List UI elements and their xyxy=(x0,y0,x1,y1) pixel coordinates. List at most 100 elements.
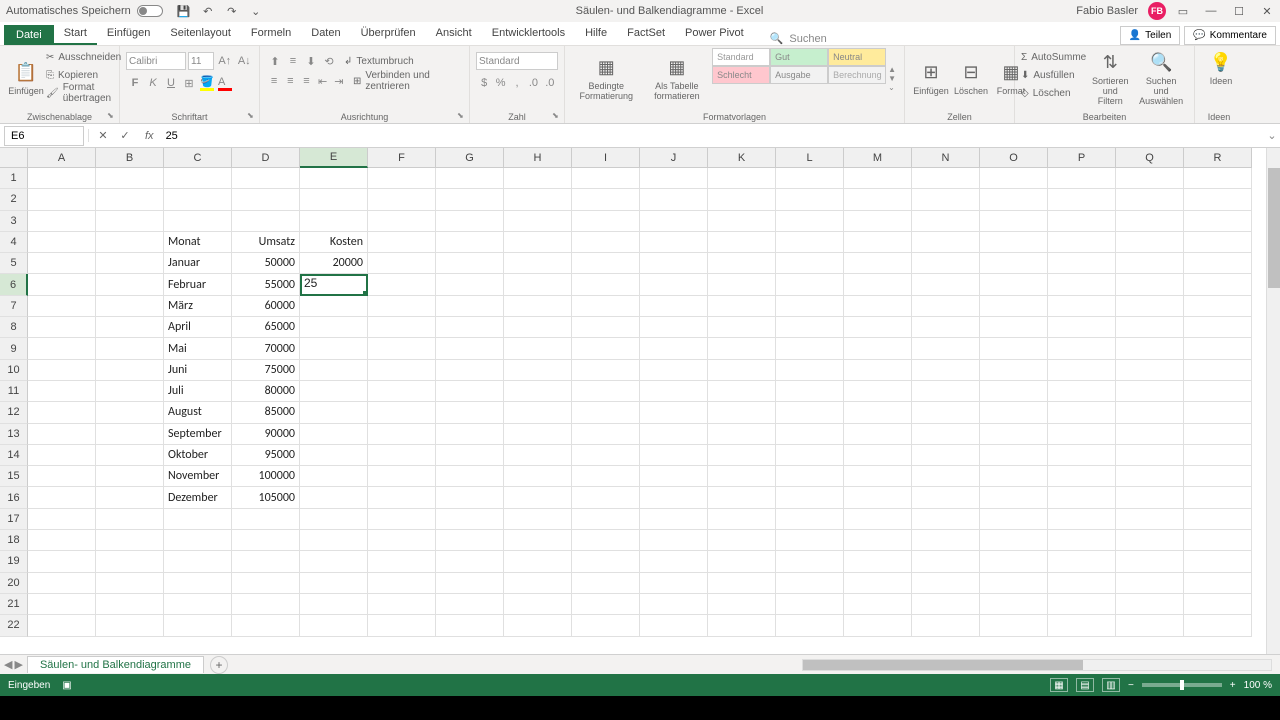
delete-cells-button[interactable]: ⊟Löschen xyxy=(951,48,991,108)
cell-D20[interactable] xyxy=(232,573,300,594)
cell-C21[interactable] xyxy=(164,594,232,615)
user-avatar[interactable]: FB xyxy=(1148,2,1166,20)
column-header[interactable]: D xyxy=(232,148,300,168)
cell-B15[interactable] xyxy=(96,466,164,487)
cell-M1[interactable] xyxy=(844,168,912,189)
cell-C18[interactable] xyxy=(164,530,232,551)
cell-K7[interactable] xyxy=(708,296,776,317)
tab-power pivot[interactable]: Power Pivot xyxy=(675,23,754,45)
cell-R6[interactable] xyxy=(1184,274,1252,295)
cell-H15[interactable] xyxy=(504,466,572,487)
cell-F1[interactable] xyxy=(368,168,436,189)
cell-D10[interactable]: 75000 xyxy=(232,360,300,381)
cell-Q12[interactable] xyxy=(1116,402,1184,423)
cell-E22[interactable] xyxy=(300,615,368,636)
cell-J16[interactable] xyxy=(640,487,708,508)
cell-I15[interactable] xyxy=(572,466,640,487)
row-header[interactable]: 10 xyxy=(0,360,28,381)
cell-D6[interactable]: 55000 xyxy=(232,274,300,295)
tab-daten[interactable]: Daten xyxy=(301,23,350,45)
align-bottom-icon[interactable]: ⬇ xyxy=(302,52,320,70)
cell-O13[interactable] xyxy=(980,424,1048,445)
cell-B21[interactable] xyxy=(96,594,164,615)
font-size-select[interactable] xyxy=(188,52,214,70)
cell-O14[interactable] xyxy=(980,445,1048,466)
cell-K5[interactable] xyxy=(708,253,776,274)
cell-F15[interactable] xyxy=(368,466,436,487)
row-header[interactable]: 4 xyxy=(0,232,28,253)
cell-C4[interactable]: Monat xyxy=(164,232,232,253)
underline-button[interactable]: U xyxy=(162,74,180,92)
cell-C12[interactable]: August xyxy=(164,402,232,423)
fill-button[interactable]: ⬇ Ausfüllen xyxy=(1021,66,1086,84)
row-header[interactable]: 11 xyxy=(0,381,28,402)
sheet-tab[interactable]: Säulen- und Balkendiagramme xyxy=(27,656,204,673)
cell-I19[interactable] xyxy=(572,551,640,572)
cell-P3[interactable] xyxy=(1048,211,1116,232)
cell-L14[interactable] xyxy=(776,445,844,466)
cell-O6[interactable] xyxy=(980,274,1048,295)
style-ausgabe[interactable]: Ausgabe xyxy=(770,66,828,84)
cell-O1[interactable] xyxy=(980,168,1048,189)
cell-N20[interactable] xyxy=(912,573,980,594)
cell-M19[interactable] xyxy=(844,551,912,572)
cell-O21[interactable] xyxy=(980,594,1048,615)
cell-J2[interactable] xyxy=(640,189,708,210)
column-header[interactable]: H xyxy=(504,148,572,168)
cell-Q13[interactable] xyxy=(1116,424,1184,445)
cell-M5[interactable] xyxy=(844,253,912,274)
cell-C17[interactable] xyxy=(164,509,232,530)
format-as-table-button[interactable]: ▦ Als Tabelle formatieren xyxy=(642,48,712,108)
cell-L13[interactable] xyxy=(776,424,844,445)
cell-D18[interactable] xyxy=(232,530,300,551)
cell-C14[interactable]: Oktober xyxy=(164,445,232,466)
redo-icon[interactable]: ↷ xyxy=(225,4,239,18)
row-header[interactable]: 12 xyxy=(0,402,28,423)
cell-O15[interactable] xyxy=(980,466,1048,487)
fill-handle-icon[interactable] xyxy=(363,291,368,296)
tab-factset[interactable]: FactSet xyxy=(617,23,675,45)
sheet-nav-prev-icon[interactable]: ◀ xyxy=(4,658,12,671)
cell-I5[interactable] xyxy=(572,253,640,274)
cell-L9[interactable] xyxy=(776,338,844,359)
style-neutral[interactable]: Neutral xyxy=(828,48,886,66)
cell-G5[interactable] xyxy=(436,253,504,274)
column-header[interactable]: M xyxy=(844,148,912,168)
cell-M12[interactable] xyxy=(844,402,912,423)
clear-button[interactable]: ◇ Löschen xyxy=(1021,84,1086,102)
cell-L7[interactable] xyxy=(776,296,844,317)
cell-R8[interactable] xyxy=(1184,317,1252,338)
cell-D21[interactable] xyxy=(232,594,300,615)
cell-E14[interactable] xyxy=(300,445,368,466)
cell-O17[interactable] xyxy=(980,509,1048,530)
row-header[interactable]: 20 xyxy=(0,573,28,594)
cell-C9[interactable]: Mai xyxy=(164,338,232,359)
zoom-in-icon[interactable]: + xyxy=(1230,680,1236,691)
indent-inc-icon[interactable]: ⇥ xyxy=(331,72,347,90)
cell-N15[interactable] xyxy=(912,466,980,487)
row-header[interactable]: 13 xyxy=(0,424,28,445)
cell-M11[interactable] xyxy=(844,381,912,402)
row-header[interactable]: 15 xyxy=(0,466,28,487)
cell-L12[interactable] xyxy=(776,402,844,423)
percent-icon[interactable]: % xyxy=(492,74,508,92)
font-name-select[interactable] xyxy=(126,52,186,70)
cell-Q17[interactable] xyxy=(1116,509,1184,530)
cell-I1[interactable] xyxy=(572,168,640,189)
zoom-slider[interactable] xyxy=(1142,683,1222,687)
cell-B18[interactable] xyxy=(96,530,164,551)
cell-I2[interactable] xyxy=(572,189,640,210)
cell-F16[interactable] xyxy=(368,487,436,508)
cell-C13[interactable]: September xyxy=(164,424,232,445)
cell-Q8[interactable] xyxy=(1116,317,1184,338)
minimize-button[interactable]: — xyxy=(1204,4,1218,18)
cell-M20[interactable] xyxy=(844,573,912,594)
cell-B2[interactable] xyxy=(96,189,164,210)
cell-R2[interactable] xyxy=(1184,189,1252,210)
cell-G15[interactable] xyxy=(436,466,504,487)
column-header[interactable]: C xyxy=(164,148,232,168)
cell-I9[interactable] xyxy=(572,338,640,359)
cell-L17[interactable] xyxy=(776,509,844,530)
confirm-edit-icon[interactable]: ✓ xyxy=(117,129,133,142)
row-header[interactable]: 7 xyxy=(0,296,28,317)
